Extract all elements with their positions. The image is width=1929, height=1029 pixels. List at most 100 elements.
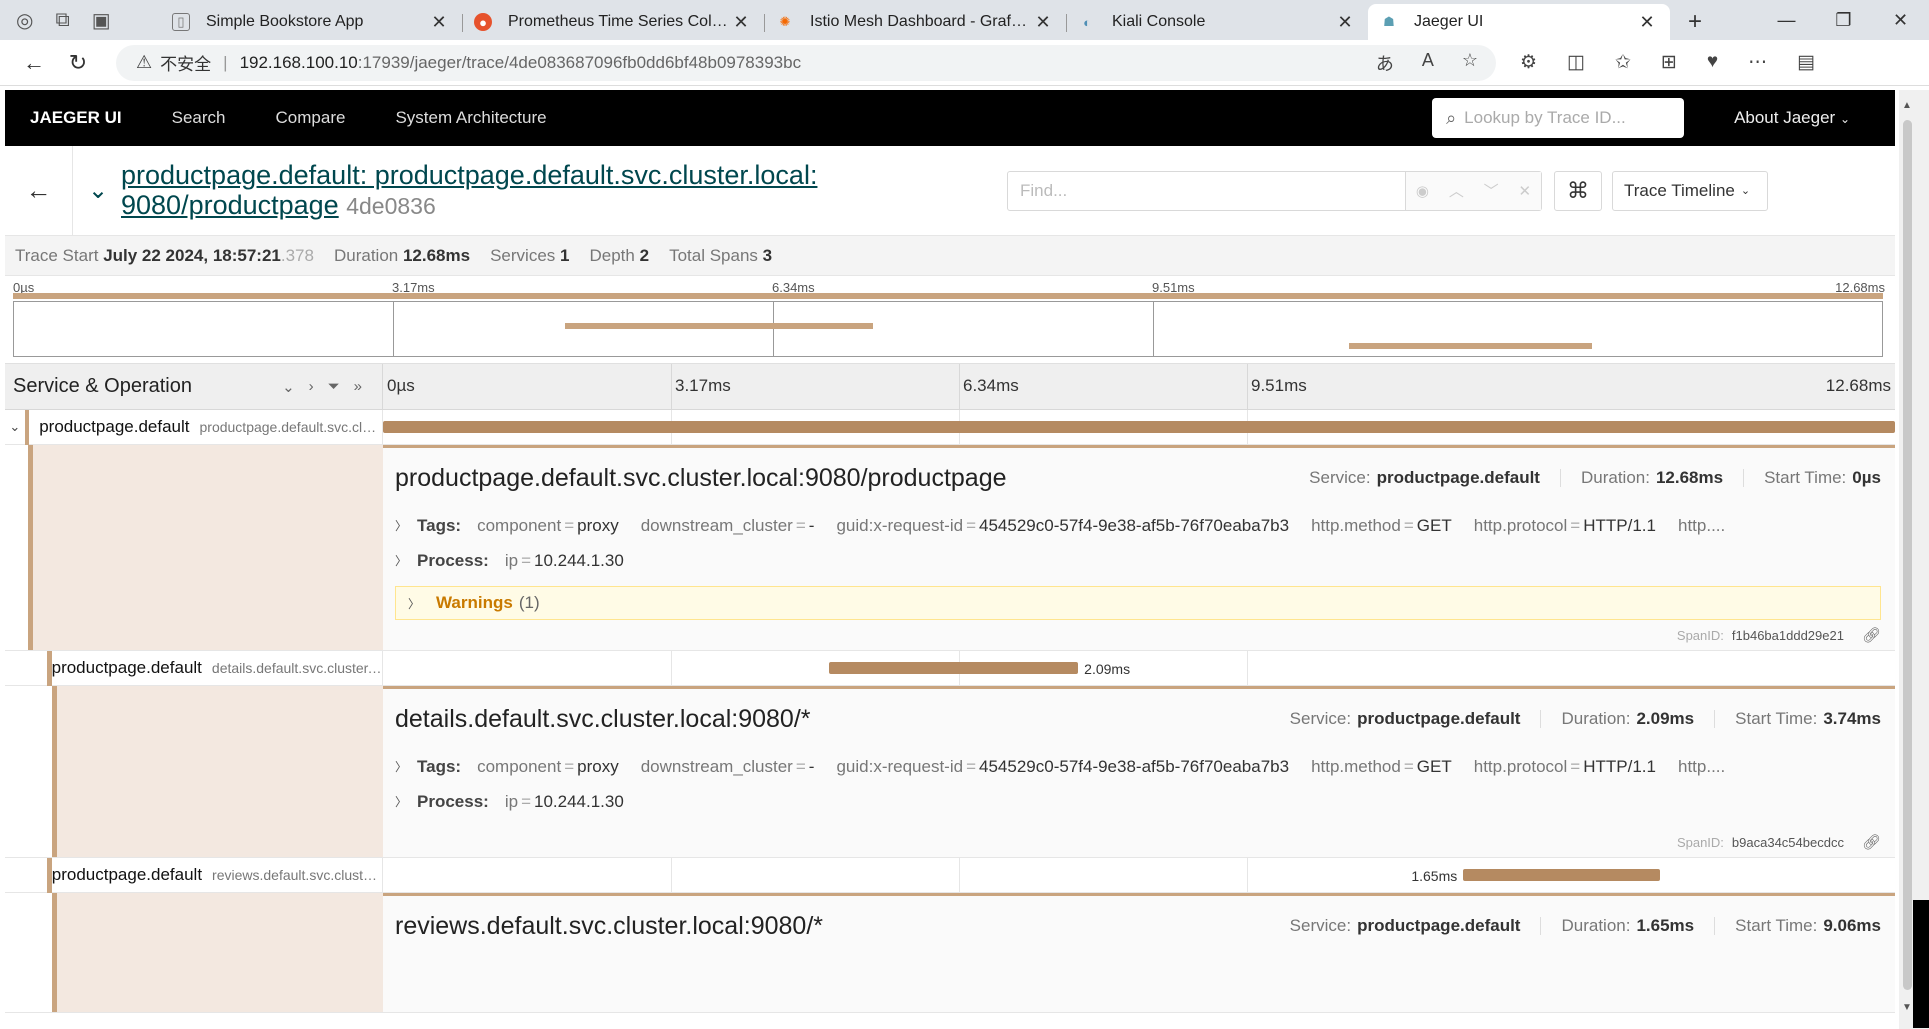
timeline-gridline [1247,364,1248,410]
more-icon[interactable]: ⋯ [1748,51,1767,74]
trace-minimap[interactable]: 0µs 3.17ms 6.34ms 9.51ms 12.68ms [5,276,1895,364]
span-bar[interactable] [1463,869,1661,881]
tab-actions-icon[interactable]: ▣ [92,8,111,33]
workspaces-icon[interactable]: ⧉ [55,9,69,32]
meta-label: Start Time: [1735,709,1818,728]
span-bar[interactable] [383,421,1895,433]
close-tab-icon[interactable]: ✕ [1032,12,1054,33]
meta-label: Service: [1289,916,1352,935]
span-row[interactable]: ⌄ productpage.default productpage.defaul… [5,409,1895,445]
close-window-icon[interactable]: ✕ [1872,0,1929,40]
span-bar[interactable] [828,662,1079,674]
process-row[interactable]: 〉 Process: ip = 10.244.1.30 [395,543,1881,578]
tags-row[interactable]: 〉 Tags: component = proxy downstream_clust… [395,749,1881,784]
tag-key: guid:x-request-id [836,515,964,535]
tab-jaeger[interactable]: ☗ Jaeger UI ✕ [1368,4,1670,40]
sidebar-icon[interactable]: ▤ [1797,51,1815,74]
translate-icon[interactable]: あ [1376,50,1394,76]
span-name-cell[interactable]: ⌄ productpage.default productpage.defaul… [5,409,383,445]
prev-match-icon[interactable]: ︿ [1449,180,1464,201]
expand-one-icon[interactable]: › [309,378,314,396]
expand-all-icon[interactable]: » [354,378,362,396]
scrollbar-thumb[interactable] [1903,120,1912,990]
back-arrow-icon[interactable]: ← [5,145,73,236]
collapse-one-icon[interactable]: ⌄ [282,378,295,396]
chevron-right-icon[interactable]: 〉 [395,793,407,810]
scroll-up-icon[interactable]: ▲ [1902,100,1912,111]
brand-link[interactable]: JAEGER UI [5,108,147,128]
close-tab-icon[interactable]: ✕ [1334,12,1356,33]
span-name-cell[interactable]: productpage.default details.default.svc.… [5,650,383,686]
chevron-right-icon[interactable]: 〉 [395,552,407,569]
collapse-all-icon[interactable]: ⏷ [328,378,340,396]
chevron-right-icon[interactable]: 〉 [395,758,407,775]
nav-compare[interactable]: Compare [251,108,371,128]
chevron-down-icon[interactable]: ⌄ [5,419,25,435]
close-tab-icon[interactable]: ✕ [1636,12,1658,33]
extensions-icon[interactable]: ⚙ [1520,51,1537,74]
meta-service: productpage.default [1357,916,1521,935]
keyboard-shortcuts-button[interactable]: ⌘ [1554,170,1602,211]
profile-icon[interactable]: ◎ [16,8,33,33]
find-input[interactable]: Find... [1008,171,1406,210]
close-tab-icon[interactable]: ✕ [730,12,752,33]
tags-row[interactable]: 〉 Tags: component = proxy downstream_clust… [395,508,1881,543]
link-icon[interactable]: 🔗︎ [1862,833,1881,851]
span-bar-cell[interactable]: 2.09ms [383,651,1895,686]
new-tab-button[interactable]: + [1670,4,1720,40]
tab-prometheus[interactable]: ● Prometheus Time Series Collectio ✕ [462,4,764,40]
nav-system-architecture[interactable]: System Architecture [370,108,571,128]
next-match-icon[interactable]: ﹀ [1484,180,1499,201]
trace-title-line1[interactable]: productpage.default: productpage.default… [121,160,817,190]
close-tab-icon[interactable]: ✕ [428,12,450,33]
favorites-icon[interactable]: ✩ [1615,51,1631,74]
tab-bookstore[interactable]: ▯ Simple Bookstore App ✕ [160,4,462,40]
trace-id-lookup-input[interactable]: ⌕ Lookup by Trace ID... [1432,98,1685,138]
scroll-down-icon[interactable]: ▼ [1902,1002,1912,1013]
timeline-gridline [959,364,960,410]
minimize-icon[interactable]: — [1758,0,1815,40]
tag-item-overflow: http.... [1678,516,1725,536]
warning-icon[interactable]: ⚠ [136,52,152,73]
trace-title[interactable]: productpage.default: productpage.default… [113,160,913,221]
span-service: productpage.default [51,865,203,884]
chevron-right-icon[interactable]: 〉 [395,517,407,534]
tab-kiali[interactable]: ◐ Kiali Console ✕ [1066,4,1368,40]
span-name-cell[interactable]: productpage.default reviews.default.svc.… [5,857,383,893]
view-mode-select[interactable]: Trace Timeline ⌄ [1612,170,1768,211]
collections-icon[interactable]: ⊞ [1661,51,1677,74]
span-bar-cell[interactable]: 1.65ms [383,858,1895,893]
chevron-right-icon[interactable]: 〉 [408,595,420,612]
trace-title-line2[interactable]: 9080/productpage [121,190,339,220]
tag-item: guid:x-request-id = 454529c0-57f4-9e38-af5… [836,756,1290,776]
tab-title: Jaeger UI [1414,13,1484,30]
back-icon[interactable]: ← [12,50,56,76]
favorite-star-icon[interactable]: ☆ [1462,50,1478,76]
refresh-icon[interactable]: ↻ [56,50,100,76]
span-row[interactable]: productpage.default reviews.default.svc.… [5,857,1895,893]
meta-separator [1559,469,1561,487]
restore-icon[interactable]: ❐ [1815,0,1872,40]
locate-icon[interactable]: ◉ [1416,182,1429,200]
prometheus-icon: ● [474,13,492,31]
span-bar-cell[interactable] [383,410,1895,445]
minimap-viewport[interactable] [13,301,1883,357]
page-scrollbar[interactable]: ▲ ▼ [1899,90,1929,1029]
warnings-box[interactable]: 〉 Warnings (1) [395,586,1881,620]
about-jaeger-menu[interactable]: About Jaeger ⌄ [1684,108,1895,128]
address-bar[interactable]: ⚠ 不安全 | 192.168.100.10 :17939/jaeger/tra… [116,44,1496,81]
link-icon[interactable]: 🔗︎ [1862,626,1881,644]
tab-grafana[interactable]: ✺ Istio Mesh Dashboard - Grafana ✕ [764,4,1066,40]
trace-id: 4de0836 [346,193,436,219]
split-screen-icon[interactable]: ◫ [1567,51,1585,74]
tag-value: HTTP/1.1 [1583,756,1656,776]
process-row[interactable]: 〉 Process: ip = 10.244.1.30 [395,784,1881,819]
span-row[interactable]: productpage.default details.default.svc.… [5,650,1895,686]
clear-search-icon[interactable]: ✕ [1518,182,1531,200]
read-aloud-icon[interactable]: A [1422,50,1434,76]
warnings-count: (1) [518,593,540,612]
performance-icon[interactable]: ♥ [1707,51,1718,74]
span-operation-title: reviews.default.svc.cluster.local:9080/* [395,911,823,940]
collapse-chevron-icon[interactable]: ⌄ [73,176,113,205]
nav-search[interactable]: Search [147,108,251,128]
